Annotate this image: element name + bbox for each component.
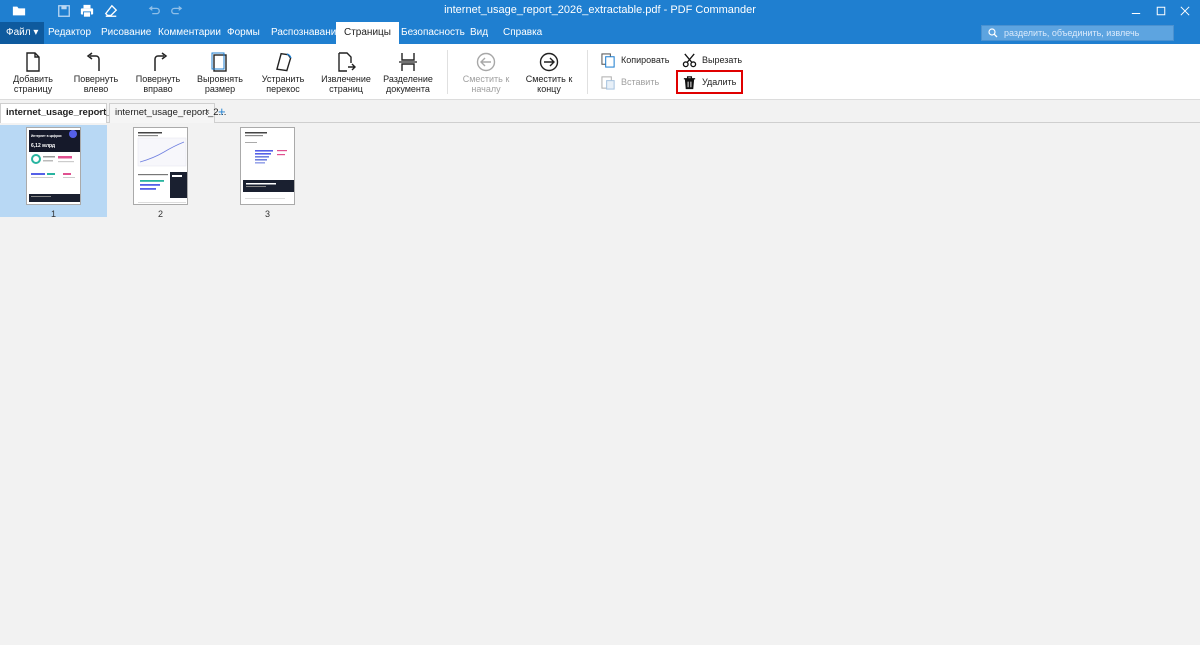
add-page-label: Добавить страницу: [13, 74, 53, 94]
search-input[interactable]: разделить, объединить, извлечь страницы: [981, 25, 1174, 52]
document-tabs: internet_usage_report_20... × internet_u…: [0, 101, 1200, 124]
page-number: 3: [264, 209, 270, 219]
move-to-start-label: Сместить к началу: [462, 74, 510, 94]
move-to-start-button[interactable]: Сместить к началу: [456, 50, 516, 98]
extract-pages-button[interactable]: Извлечение страниц: [316, 50, 376, 98]
document-tab-1[interactable]: internet_usage_report_20... ×: [0, 103, 130, 124]
tab-security[interactable]: Безопасность: [393, 22, 473, 44]
paste-icon: [601, 75, 615, 90]
tab-view[interactable]: Вид: [462, 22, 496, 44]
extract-pages-label: Извлечение страниц: [321, 74, 371, 94]
split-document-button[interactable]: Разделение документа: [378, 50, 438, 98]
page-thumbnails-area: Интернет в цифрах 6,12 млрд 1 2 3: [0, 123, 1200, 645]
ribbon-divider: [587, 50, 588, 94]
rotate-left-label: Повернуть влево: [73, 74, 119, 94]
page-preview: Интернет в цифрах 6,12 млрд: [26, 127, 81, 205]
copy-button[interactable]: Копировать: [601, 51, 669, 69]
search-icon: [988, 28, 998, 38]
tab-pages[interactable]: Страницы: [336, 22, 399, 44]
rotate-left-icon: [86, 52, 100, 71]
menu-bar: Файл ▾ Редактор Рисование Комментарии Фо…: [0, 22, 1200, 52]
arrow-left-circle-icon: [476, 52, 496, 72]
title-bar: internet_usage_report_2026_extractable.p…: [0, 0, 1200, 22]
chevron-down-icon: ▾: [33, 27, 39, 38]
thumb-heading: Интернет в цифрах: [31, 134, 62, 138]
fix-skew-icon: [276, 52, 292, 72]
align-size-button[interactable]: Выровнять размер: [190, 50, 250, 98]
split-document-icon: [399, 53, 417, 71]
maximize-icon[interactable]: [1153, 3, 1169, 19]
cut-label: Вырезать: [702, 55, 743, 65]
minimize-icon[interactable]: [1128, 3, 1144, 19]
tab-forms[interactable]: Формы: [219, 22, 268, 44]
page-number: 2: [157, 209, 163, 219]
tab-help[interactable]: Справка: [495, 22, 550, 44]
file-menu-button[interactable]: Файл ▾: [0, 22, 45, 44]
ribbon-divider: [447, 50, 448, 94]
copy-icon: [601, 52, 615, 68]
add-page-button[interactable]: Добавить страницу: [3, 50, 63, 98]
page-preview: [133, 127, 188, 205]
ribbon-toolbar: Добавить страницу Повернуть влево Поверн…: [0, 44, 1200, 100]
tab-comments[interactable]: Комментарии: [150, 22, 229, 44]
window-title: internet_usage_report_2026_extractable.p…: [444, 4, 756, 16]
fix-skew-label: Устранить перекос: [261, 74, 305, 94]
close-tab-icon[interactable]: ×: [204, 104, 210, 122]
page-thumbnail-2[interactable]: 2: [107, 125, 214, 219]
close-window-icon[interactable]: [1177, 3, 1193, 19]
scissors-icon: [682, 53, 697, 67]
split-document-label: Разделение документа: [383, 74, 433, 94]
page-number: 1: [50, 209, 56, 219]
add-tab-icon[interactable]: +: [218, 104, 226, 119]
add-page-icon: [26, 52, 40, 72]
cut-button[interactable]: Вырезать: [682, 51, 742, 69]
move-to-end-button[interactable]: Сместить к концу: [519, 50, 579, 98]
rotate-left-button[interactable]: Повернуть влево: [66, 50, 126, 98]
delete-highlight-box: [676, 70, 743, 94]
paste-label: Вставить: [621, 77, 660, 87]
close-tab-icon[interactable]: ×: [96, 104, 102, 122]
page-thumbnail-3[interactable]: 3: [214, 125, 321, 219]
tab-editor[interactable]: Редактор: [40, 22, 99, 44]
rotate-right-button[interactable]: Повернуть вправо: [128, 50, 188, 98]
move-to-end-label: Сместить к концу: [525, 74, 573, 94]
align-size-label: Выровнять размер: [197, 74, 243, 94]
rotate-right-label: Повернуть вправо: [135, 74, 181, 94]
align-size-icon: [211, 52, 227, 72]
copy-label: Копировать: [621, 55, 670, 65]
document-tab-2[interactable]: internet_usage_report_2... ×: [109, 103, 226, 123]
arrow-right-circle-icon: [539, 52, 559, 72]
file-menu-label: Файл: [6, 27, 31, 38]
rotate-right-icon: [154, 52, 168, 71]
page-preview: [240, 127, 295, 205]
page-thumbnail-1[interactable]: Интернет в цифрах 6,12 млрд 1: [0, 125, 107, 219]
fix-skew-button[interactable]: Устранить перекос: [253, 50, 313, 98]
thumb-big-number: 6,12 млрд: [31, 143, 56, 149]
extract-pages-icon: [338, 52, 356, 72]
paste-button[interactable]: Вставить: [601, 73, 659, 91]
